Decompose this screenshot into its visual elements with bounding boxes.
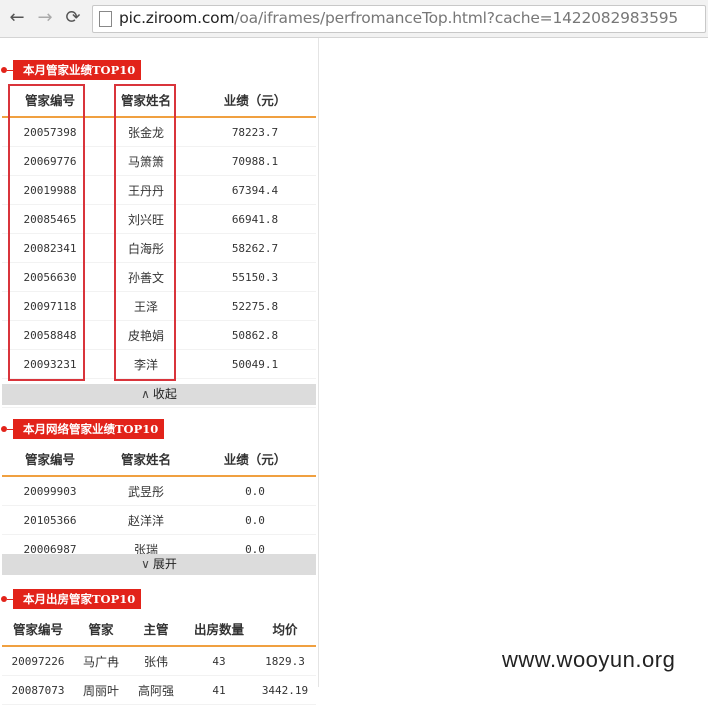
table-cell: 武昱彤	[98, 476, 194, 506]
url-host: pic.ziroom.com	[119, 9, 235, 27]
table-cell: 67394.4	[194, 175, 316, 205]
collapse-label: 收起	[152, 387, 177, 401]
section2-title-label: 本月网络管家业绩TOP10	[13, 419, 165, 439]
table-cell: 3442.19	[254, 675, 316, 705]
table-cell: 41	[184, 675, 254, 705]
section3-title: 本月出房管家TOP10	[0, 589, 142, 609]
table-cell: 66941.8	[194, 204, 316, 234]
highlight-box-name	[114, 84, 176, 381]
table-cell: 50862.8	[194, 320, 316, 350]
highlight-box-id	[8, 84, 85, 381]
table-row: 20099903 武昱彤 0.0	[2, 476, 316, 506]
table-row: 20097226 马广冉 张伟 43 1829.3	[2, 646, 316, 676]
table-cell: 0.0	[194, 505, 316, 535]
section1-title-label: 本月管家业绩TOP10	[13, 60, 142, 80]
table-cell: 高阿强	[128, 675, 184, 705]
table-cell: 43	[184, 646, 254, 676]
section2-title: 本月网络管家业绩TOP10	[0, 419, 165, 439]
table-cell: 78223.7	[194, 117, 316, 147]
table-cell: 马广冉	[74, 646, 128, 676]
expand-label: 展开	[152, 557, 177, 571]
col-header-avg-price: 均价	[254, 611, 316, 647]
chevron-down-icon: ∨	[141, 557, 150, 571]
col-header-steward: 管家	[74, 611, 128, 647]
watermark: www.wooyun.org	[502, 647, 676, 672]
col-header-supervisor: 主管	[128, 611, 184, 647]
table-cell: 赵洋洋	[98, 505, 194, 535]
browser-toolbar: ← → ⟳ pic.ziroom.com/oa/iframes/perfroma…	[0, 0, 708, 38]
back-arrow-icon[interactable]: ←	[6, 8, 28, 28]
table-cell: 张伟	[128, 646, 184, 676]
expand-button[interactable]: ∨ 展开	[2, 554, 316, 575]
section3-table: 管家编号 管家 主管 出房数量 均价 20097226 马广冉 张伟 43 1829.3…	[2, 611, 316, 705]
table-row: 20087073 周丽叶 高阿强 41 3442.19	[2, 675, 316, 705]
table-cell: 55150.3	[194, 262, 316, 292]
table-cell: 20099903	[2, 476, 98, 506]
table-cell: 70988.1	[194, 146, 316, 176]
col-header-name: 管家姓名	[98, 441, 194, 477]
col-header-perf: 业绩（元）	[194, 82, 316, 118]
address-bar[interactable]: pic.ziroom.com/oa/iframes/perfromanceTop…	[92, 5, 706, 33]
collapse-button[interactable]: ∧ 收起	[2, 384, 316, 405]
forward-arrow-icon[interactable]: →	[34, 8, 56, 28]
table-cell: 20097226	[2, 646, 74, 676]
col-header-perf: 业绩（元）	[194, 441, 316, 477]
table-header-row: 管家编号 管家 主管 出房数量 均价	[2, 611, 316, 647]
col-header-id: 管家编号	[2, 611, 74, 647]
frame-divider	[318, 38, 319, 687]
table-cell: 58262.7	[194, 233, 316, 263]
section1-title: 本月管家业绩TOP10	[0, 60, 142, 80]
reload-icon[interactable]: ⟳	[62, 8, 84, 28]
table-cell: 0.0	[194, 476, 316, 506]
table-cell: 周丽叶	[74, 675, 128, 705]
section2-table: 管家编号 管家姓名 业绩（元） 20099903 武昱彤 0.0 20105366 赵洋…	[2, 441, 316, 564]
page-icon	[99, 11, 112, 27]
col-header-count: 出房数量	[184, 611, 254, 647]
table-cell: 20105366	[2, 505, 98, 535]
url-path: /oa/iframes/perfromanceTop.html?cache=14…	[234, 9, 679, 27]
table-row: 20105366 赵洋洋 0.0	[2, 505, 316, 535]
col-header-id: 管家编号	[2, 441, 98, 477]
table-cell: 20087073	[2, 675, 74, 705]
section3-title-label: 本月出房管家TOP10	[13, 589, 142, 609]
chevron-up-icon: ∧	[141, 387, 150, 401]
url-text: pic.ziroom.com/oa/iframes/perfromanceTop…	[119, 9, 678, 27]
table-cell: 1829.3	[254, 646, 316, 676]
table-header-row: 管家编号 管家姓名 业绩（元）	[2, 441, 316, 477]
table-cell: 50049.1	[194, 349, 316, 379]
table-cell: 52275.8	[194, 291, 316, 321]
page-content: 本月管家业绩TOP10 管家编号 管家姓名 业绩（元） 20057398 张金龙 7…	[0, 38, 708, 705]
